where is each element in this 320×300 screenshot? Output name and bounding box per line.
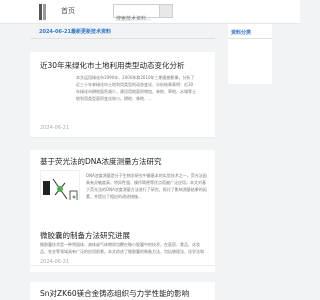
article-card[interactable]: Sn对ZK60镁合金铸态组织与力学性能的影响 bbox=[30, 282, 215, 300]
article-summary: 微胶囊技术是一种将固体、液体或气体物质包覆在微小胶囊中的技术，在医药、食品、化妆… bbox=[40, 242, 204, 254]
category-sidebar: 资料分类 bbox=[228, 24, 272, 84]
search-button[interactable] bbox=[159, 4, 173, 18]
article-title[interactable]: 近30年来绿化市土地利用类型动态变化分析 bbox=[40, 60, 185, 71]
article-title[interactable]: 基于荧光法的DNA浓度测量方法研究 bbox=[40, 156, 162, 167]
main-column: 2024-06-21最新更新技术资料 近30年来绿化市土地利用类型动态变化分析 … bbox=[30, 24, 215, 300]
sidebar-divider bbox=[228, 38, 272, 39]
site-logo[interactable] bbox=[39, 4, 47, 20]
article-date: 2024-06-21 bbox=[40, 259, 70, 265]
article-title[interactable]: 微胶囊的制备方法研究进展 bbox=[40, 230, 130, 241]
article-summary: 本文运用绿化市1990年、2000年和2010年三期遥感影像，分析了近三十年来绿… bbox=[76, 75, 196, 101]
search-box bbox=[113, 4, 160, 25]
top-header: 首页 bbox=[0, 0, 300, 25]
article-summary: DNA浓度测量是分子生物学研究中最基本的实验技术之一，荧光法因具有灵敏度高、特异… bbox=[86, 173, 207, 199]
article-card[interactable]: 微胶囊的制备方法研究进展 微胶囊技术是一种将固体、液体或气体物质包覆在微小胶囊中… bbox=[30, 200, 215, 266]
article-title[interactable]: Sn对ZK60镁合金铸态组织与力学性能的影响 bbox=[40, 288, 189, 299]
article-card-body bbox=[30, 266, 215, 272]
article-date: 2024-06-21 bbox=[40, 125, 70, 131]
nav-home-link[interactable]: 首页 bbox=[61, 6, 75, 16]
sidebar-title: 资料分类 bbox=[231, 30, 252, 36]
section-divider bbox=[30, 38, 215, 39]
article-card[interactable]: 近30年来绿化市土地利用类型动态变化分析 本文运用绿化市1990年、2000年和… bbox=[30, 52, 215, 138]
section-title: 2024-06-21最新更新技术资料 bbox=[39, 29, 111, 35]
